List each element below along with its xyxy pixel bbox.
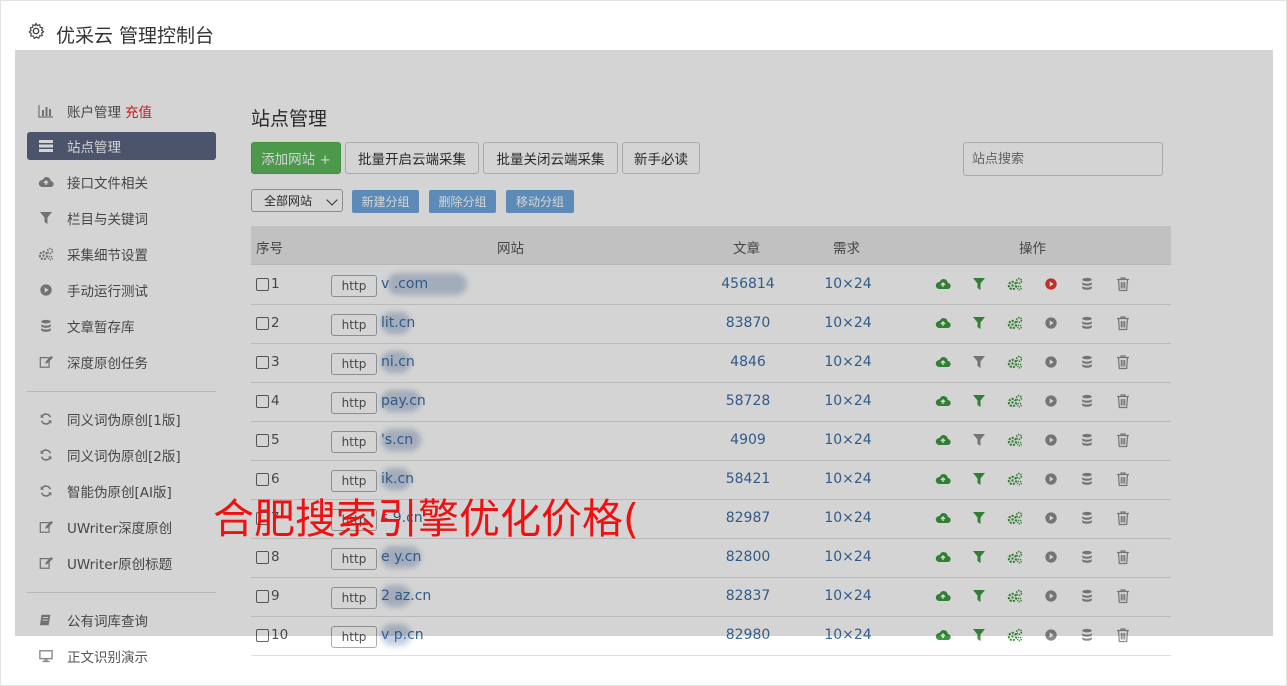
monitor-icon [37,649,55,663]
sidebar-item-label: 正文识别演示 [67,650,148,666]
watermark-text: 合肥搜索引擎优化价格( [213,495,639,543]
app-title: 优采云 管理控制台 [56,25,215,47]
sidebar-item-15[interactable]: 正文识别演示 [27,642,216,670]
gear-icon [28,22,45,40]
dim-overlay [15,50,1273,636]
top-bar: 优采云 管理控制台 [0,0,1287,50]
